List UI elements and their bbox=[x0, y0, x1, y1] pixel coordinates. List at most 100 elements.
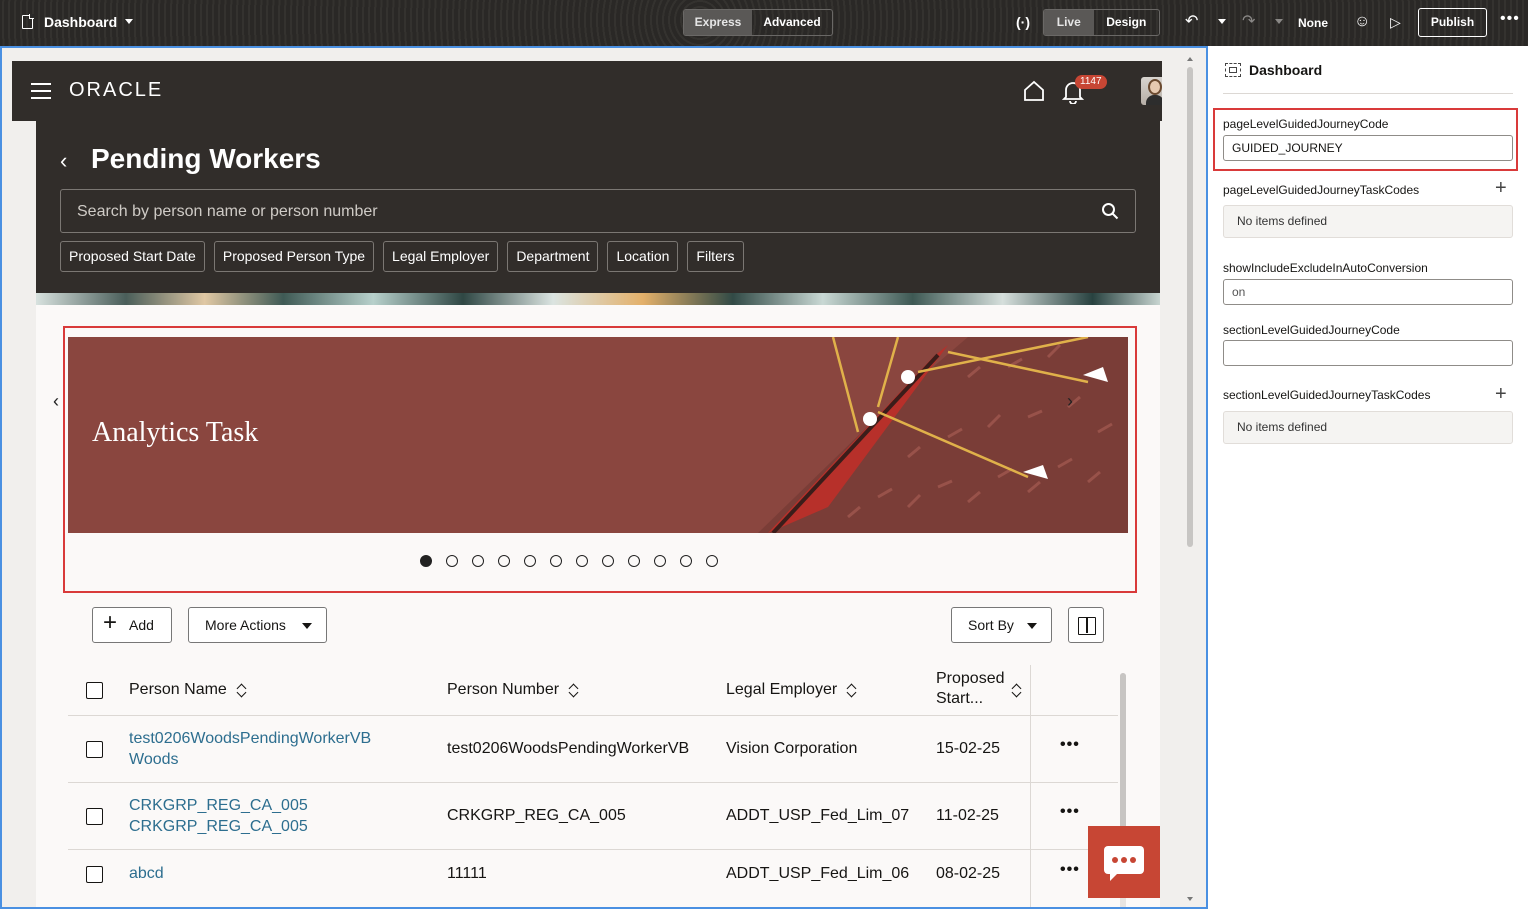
design-view-button[interactable]: Design bbox=[1094, 10, 1159, 35]
redo-history-chevron-icon[interactable] bbox=[1275, 19, 1283, 24]
add-page-task-code-plus-icon[interactable]: + bbox=[1495, 178, 1507, 198]
carousel-dot[interactable] bbox=[654, 555, 666, 567]
context-selector[interactable]: None bbox=[1298, 16, 1328, 30]
person-name-link[interactable]: test0206WoodsPendingWorkerVB Woods bbox=[129, 728, 371, 770]
undo-icon[interactable]: ↶ bbox=[1185, 14, 1198, 30]
search-icon[interactable] bbox=[1101, 202, 1119, 220]
publish-button[interactable]: Publish bbox=[1418, 8, 1487, 37]
filter-proposed-start-date[interactable]: Proposed Start Date bbox=[60, 241, 205, 272]
more-actions-button[interactable]: More Actions bbox=[188, 607, 327, 643]
live-view-button[interactable]: Live bbox=[1044, 10, 1094, 35]
filter-proposed-person-type[interactable]: Proposed Person Type bbox=[213, 241, 375, 272]
row-checkbox[interactable] bbox=[86, 741, 103, 758]
redo-icon[interactable]: ↷ bbox=[1242, 14, 1255, 30]
oracle-logo: ORACLE bbox=[69, 79, 164, 101]
table-scrollbar-thumb[interactable] bbox=[1120, 673, 1126, 833]
carousel-dot[interactable] bbox=[680, 555, 692, 567]
scroll-down-arrow-icon[interactable] bbox=[1187, 897, 1193, 901]
mode-express-button[interactable]: Express bbox=[684, 10, 752, 35]
menu-icon[interactable] bbox=[31, 83, 51, 99]
person-number: 11111 bbox=[447, 865, 487, 882]
sort-icon[interactable] bbox=[237, 683, 247, 697]
filter-more-filters[interactable]: Filters bbox=[687, 241, 744, 272]
carousel-dot[interactable] bbox=[706, 555, 718, 567]
row-actions-icon[interactable]: ••• bbox=[1060, 803, 1080, 821]
select-all-checkbox[interactable] bbox=[86, 682, 103, 699]
page-selector-label[interactable]: Dashboard bbox=[44, 14, 117, 30]
decorative-pattern bbox=[36, 293, 1160, 305]
preview-play-icon[interactable]: ▷ bbox=[1390, 14, 1401, 30]
page-task-codes-list: No items defined bbox=[1223, 205, 1513, 238]
column-proposed-start[interactable]: Proposed Start... bbox=[936, 669, 1005, 709]
builder-topbar: Dashboard Express Advanced (·) Live Desi… bbox=[0, 0, 1528, 46]
sort-icon[interactable] bbox=[847, 683, 857, 697]
carousel-dot[interactable] bbox=[524, 555, 536, 567]
table-row[interactable]: CRKGRP_REG_CA_005 CRKGRP_REG_CA_005 CRKGR… bbox=[68, 783, 1118, 850]
carousel-dot[interactable] bbox=[498, 555, 510, 567]
add-button-label: Add bbox=[129, 617, 154, 633]
carousel-dot[interactable] bbox=[576, 555, 588, 567]
design-canvas: ORACLE 1147 ‹ Pending Workers Search by … bbox=[0, 46, 1208, 909]
row-actions-icon[interactable]: ••• bbox=[1060, 736, 1080, 754]
home-icon[interactable] bbox=[1023, 80, 1045, 102]
more-options-icon[interactable]: ••• bbox=[1500, 10, 1520, 28]
analytics-banner[interactable]: Analytics Task bbox=[68, 337, 1128, 533]
carousel-next-chevron-icon[interactable]: › bbox=[1067, 391, 1073, 412]
sort-icon[interactable] bbox=[1012, 683, 1022, 697]
search-input[interactable]: Search by person name or person number bbox=[60, 189, 1136, 233]
container-icon bbox=[1225, 63, 1241, 77]
chevron-down-icon bbox=[1027, 623, 1037, 629]
page-journey-code-input[interactable]: GUIDED_JOURNEY bbox=[1223, 135, 1513, 161]
canvas-scrollbar[interactable] bbox=[1186, 57, 1194, 901]
column-person-number[interactable]: Person Number bbox=[447, 680, 579, 700]
undo-history-chevron-icon[interactable] bbox=[1218, 19, 1226, 24]
carousel-prev-chevron-icon[interactable]: ‹ bbox=[53, 391, 59, 412]
panel-title: Dashboard bbox=[1249, 62, 1323, 78]
filter-location[interactable]: Location bbox=[607, 241, 679, 272]
smiley-icon[interactable]: ☺ bbox=[1354, 14, 1370, 30]
app-preview: ORACLE 1147 ‹ Pending Workers Search by … bbox=[12, 61, 1162, 907]
page-header: ‹ Pending Workers Search by person name … bbox=[36, 121, 1160, 293]
column-label: Legal Employer bbox=[726, 681, 838, 698]
back-chevron-icon[interactable]: ‹ bbox=[60, 148, 67, 174]
row-checkbox[interactable] bbox=[86, 866, 103, 883]
search-placeholder: Search by person name or person number bbox=[77, 203, 378, 220]
columns-toggle-icon[interactable] bbox=[1068, 607, 1104, 643]
person-number: test0206WoodsPendingWorkerVB bbox=[447, 740, 690, 757]
sort-by-button[interactable]: Sort By bbox=[951, 607, 1052, 643]
content-card: Analytics Task ‹ › Add More Actions Sort… bbox=[36, 305, 1160, 907]
chevron-down-icon bbox=[302, 623, 312, 629]
sort-icon[interactable] bbox=[569, 683, 579, 697]
table-row[interactable]: test0206WoodsPendingWorkerVB Woods test02… bbox=[68, 716, 1118, 783]
column-person-name[interactable]: Person Name bbox=[129, 680, 247, 700]
carousel-dot[interactable] bbox=[420, 555, 432, 567]
filter-legal-employer[interactable]: Legal Employer bbox=[383, 241, 499, 272]
avatar[interactable] bbox=[1141, 77, 1162, 105]
person-name-link[interactable]: abcd bbox=[129, 863, 164, 884]
carousel-dot[interactable] bbox=[602, 555, 614, 567]
chevron-down-icon[interactable] bbox=[125, 19, 133, 24]
mode-advanced-button[interactable]: Advanced bbox=[752, 10, 832, 35]
carousel-dot[interactable] bbox=[446, 555, 458, 567]
carousel-dot[interactable] bbox=[472, 555, 484, 567]
scroll-up-arrow-icon[interactable] bbox=[1187, 57, 1193, 61]
row-checkbox[interactable] bbox=[86, 808, 103, 825]
proposed-start-date: 08-02-25 bbox=[936, 865, 1001, 882]
add-section-task-code-plus-icon[interactable]: + bbox=[1495, 384, 1507, 404]
add-button[interactable]: Add bbox=[92, 606, 172, 643]
show-include-input[interactable]: on bbox=[1223, 279, 1513, 305]
legal-employer: ADDT_USP_Fed_Lim_07 bbox=[726, 807, 910, 824]
section-journey-code-input[interactable] bbox=[1223, 340, 1513, 366]
sort-by-label: Sort By bbox=[968, 617, 1014, 633]
prop-label-section-journey-code: sectionLevelGuidedJourneyCode bbox=[1223, 323, 1400, 337]
variable-braces-icon[interactable]: (·) bbox=[1016, 14, 1030, 30]
carousel-dot[interactable] bbox=[550, 555, 562, 567]
canvas-scrollbar-thumb[interactable] bbox=[1187, 67, 1193, 547]
chat-assistant-button[interactable] bbox=[1088, 826, 1160, 898]
person-name-link[interactable]: CRKGRP_REG_CA_005 CRKGRP_REG_CA_005 bbox=[129, 795, 308, 837]
row-actions-icon[interactable]: ••• bbox=[1060, 861, 1080, 879]
carousel-dot[interactable] bbox=[628, 555, 640, 567]
table-row[interactable]: abcd 11111 ADDT_USP_Fed_Lim_06 08-02-25 … bbox=[68, 850, 1118, 907]
filter-department[interactable]: Department bbox=[507, 241, 599, 272]
column-legal-employer[interactable]: Legal Employer bbox=[726, 680, 857, 700]
